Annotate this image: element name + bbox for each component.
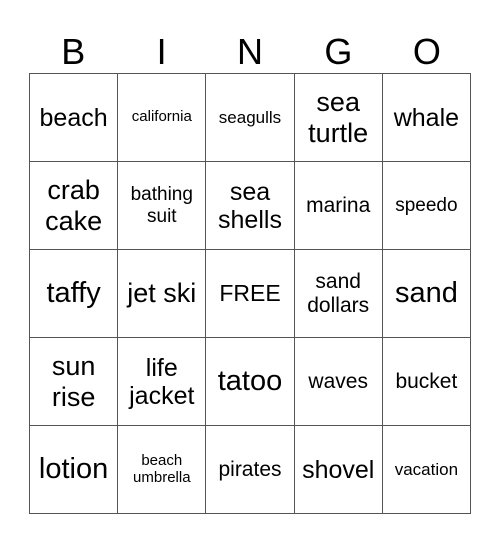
bingo-cell[interactable]: sand dollars [294,250,383,338]
bingo-cell[interactable]: pirates [206,426,295,514]
bingo-cell[interactable]: sand [382,250,471,338]
bingo-cell[interactable]: whale [382,74,471,162]
bingo-cell[interactable]: speedo [382,162,471,250]
bingo-cell[interactable]: shovel [294,426,383,514]
free-space-cell[interactable]: FREE [206,250,295,338]
header-letter-b: B [61,31,86,72]
bingo-cell[interactable]: tatoo [206,338,295,426]
header-letter-i: I [156,31,167,72]
bingo-cell[interactable]: california [118,74,207,162]
bingo-cell[interactable]: life jacket [118,338,207,426]
bingo-header: B I N G O [29,30,471,73]
bingo-cell[interactable]: beach [30,74,119,162]
bingo-cell[interactable]: beach umbrella [118,426,207,514]
bingo-cell[interactable]: sea shells [206,162,295,250]
bingo-cell[interactable]: seagulls [206,74,295,162]
bingo-cell[interactable]: vacation [382,426,471,514]
bingo-cell[interactable]: sea turtle [294,74,383,162]
bingo-cell[interactable]: taffy [30,250,119,338]
bingo-cell[interactable]: crab cake [30,162,119,250]
bingo-cell[interactable]: bathing suit [118,162,207,250]
header-letter-n: N [237,31,264,72]
bingo-cell[interactable]: lotion [30,426,119,514]
bingo-cell[interactable]: bucket [382,338,471,426]
bingo-grid: beach california seagulls sea turtle wha… [29,73,471,514]
header-letter-g: G [324,31,353,72]
bingo-cell[interactable]: marina [294,162,383,250]
bingo-cell[interactable]: sun rise [30,338,119,426]
header-letter-o: O [412,31,441,72]
bingo-cell[interactable]: jet ski [118,250,207,338]
bingo-cell[interactable]: waves [294,338,383,426]
